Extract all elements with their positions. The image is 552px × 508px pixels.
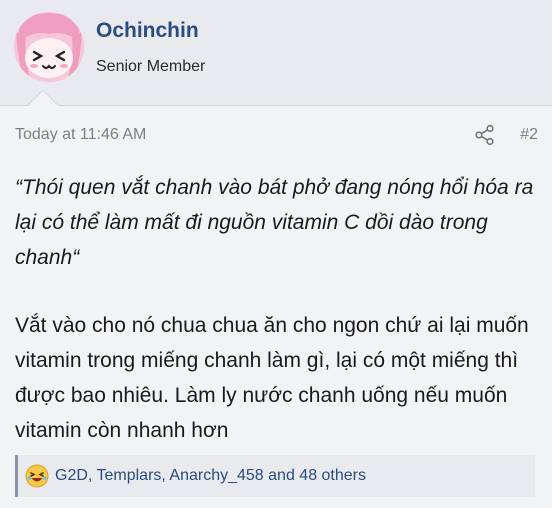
user-header: Ochinchin Senior Member (0, 0, 552, 106)
username-link[interactable]: Ochinchin (96, 19, 199, 43)
reactions-bar[interactable]: G2D, Templars, Anarchy_458 and 48 others (15, 455, 535, 497)
reaction-users-link[interactable]: G2D, Templars, Anarchy_458 and 48 others (55, 467, 366, 485)
post-timestamp[interactable]: Today at 11:46 AM (15, 126, 146, 144)
user-title: Senior Member (96, 58, 206, 75)
anime-avatar-icon[interactable] (14, 12, 84, 82)
post-body: Vắt vào cho nó chua chua ăn cho ngon chứ… (15, 314, 529, 442)
laugh-emoji-icon (25, 464, 49, 488)
share-icon[interactable] (474, 124, 496, 146)
post-number-link[interactable]: #2 (520, 126, 538, 144)
post-meta-bar: Today at 11:46 AM #2 (0, 118, 552, 152)
quoted-text: “Thói quen vắt chanh vào bát phở đang nó… (15, 176, 534, 269)
